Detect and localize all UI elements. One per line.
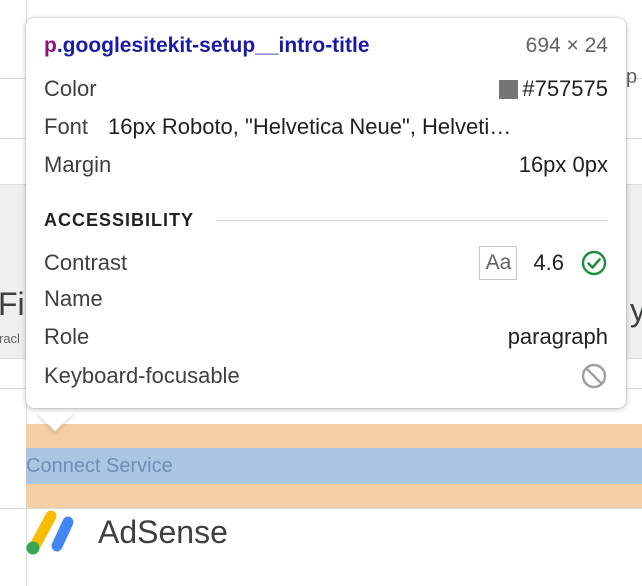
accessibility-header: ACCESSIBILITY — [44, 210, 608, 231]
color-value-group: #757575 — [499, 76, 608, 102]
color-row: Color #757575 — [44, 76, 608, 102]
role-row: Role paragraph — [44, 324, 608, 350]
font-value: 16px Roboto, "Helvetica Neue", Helveti… — [108, 114, 512, 139]
keyboard-focusable-value — [580, 362, 608, 390]
element-tag: p — [44, 34, 57, 57]
not-allowed-icon — [581, 363, 607, 389]
setup-heading-fragment: Fi — [0, 286, 25, 322]
role-value: paragraph — [507, 324, 608, 349]
keyboard-focusable-row: Keyboard-focusable — [44, 362, 608, 390]
element-dimensions: 694 × 24 — [525, 34, 608, 57]
margin-highlight-top — [26, 424, 642, 448]
heading-fragment-right: y — [630, 292, 642, 328]
name-row: Name — [44, 286, 608, 312]
keyboard-focusable-label: Keyboard-focusable — [44, 363, 240, 388]
font-label: Font — [44, 114, 89, 139]
contrast-ratio: 4.6 — [533, 250, 564, 275]
intro-title: Connect Service — [26, 455, 173, 477]
service-name: AdSense — [98, 514, 228, 550]
margin-value: 16px 0px — [518, 152, 608, 177]
contrast-row: Contrast Aa 4.6 — [44, 246, 608, 280]
role-label: Role — [44, 324, 90, 349]
margin-label: Margin — [44, 152, 112, 177]
contrast-sample-badge: Aa — [479, 246, 518, 280]
setup-subtext-fragment: racl — [0, 331, 20, 346]
inspect-tooltip: p .googlesitekit-setup__intro-title 694 ×… — [26, 18, 626, 408]
check-circle-icon — [581, 250, 607, 276]
divider — [0, 508, 642, 509]
tooltip-title: p .googlesitekit-setup__intro-title 694 ×… — [44, 34, 608, 58]
font-row: Font 16px Roboto, "Helvetica Neue", Helv… — [44, 114, 608, 140]
accessibility-title: ACCESSIBILITY — [44, 210, 195, 230]
contrast-value-group: Aa 4.6 — [479, 246, 608, 280]
name-label: Name — [44, 286, 103, 311]
margin-highlight-bottom — [26, 484, 642, 508]
section-divider — [216, 220, 608, 221]
element-selector: .googlesitekit-setup__intro-title — [56, 34, 370, 57]
truncated-text: p — [626, 66, 638, 88]
contrast-label: Contrast — [44, 250, 128, 275]
color-swatch — [499, 79, 519, 99]
color-label: Color — [44, 76, 97, 101]
adsense-logo-icon — [26, 510, 74, 555]
margin-row: Margin 16px 0px — [44, 152, 608, 178]
color-value: #757575 — [522, 76, 608, 101]
